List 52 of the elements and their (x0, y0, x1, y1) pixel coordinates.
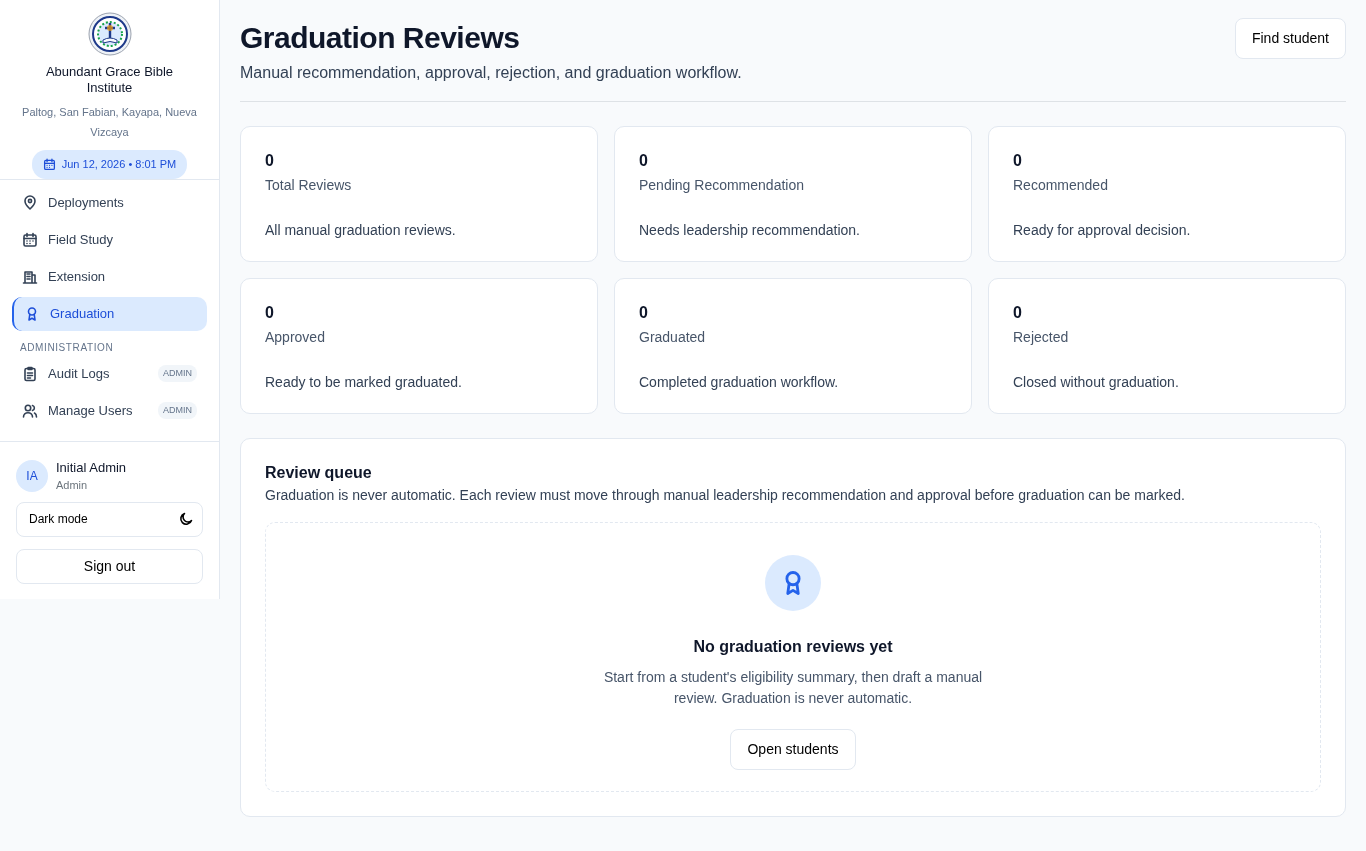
user-role: Admin (56, 478, 89, 493)
clipboard-icon (22, 365, 38, 382)
calendar-icon (42, 157, 56, 171)
page-title: Graduation Reviews (240, 20, 521, 56)
nav-item[interactable]: Extension (12, 259, 207, 294)
org-address: Paltog, San Fabian, Kayapa, Nueva Vizcaya (21, 105, 198, 140)
queue-title: Review queue (265, 463, 373, 483)
users-icon (22, 402, 38, 419)
stat-value: 0 (1013, 303, 1023, 323)
moon-icon (178, 511, 194, 527)
nav-item[interactable]: Deployments (12, 185, 207, 220)
date-badge: Jun 12, 2026 • 8:01 PM (31, 150, 188, 179)
building-icon (22, 268, 38, 285)
empty-title: No graduation reviews yet (693, 637, 893, 657)
empty-text: Start from a student's eligibility summary, then draft a manual review. Graduation is never automatic. (602, 668, 984, 708)
stat-value: 0 (1013, 151, 1023, 171)
stat-value: 0 (265, 151, 275, 171)
stat-label: Rejected (1013, 328, 1070, 347)
logo-icon (87, 12, 132, 56)
user-name: Initial Admin (56, 458, 127, 477)
stat-description: Closed without graduation. (1013, 373, 1180, 392)
page-subtitle: Manual recommendation, approval, rejection, and graduation workflow. (240, 63, 742, 83)
stat-label: Pending Recommendation (639, 176, 805, 195)
nav-item[interactable]: Graduation (12, 296, 207, 331)
map-pin-icon (22, 194, 38, 211)
stat-label: Total Reviews (265, 176, 353, 195)
user-avatar: IA (16, 459, 48, 492)
nav-item[interactable]: Field Study (12, 222, 207, 257)
stat-description: All manual graduation reviews. (265, 221, 457, 240)
find-student-button[interactable]: Find student (1234, 18, 1346, 59)
open-students-button[interactable]: Open students (730, 729, 856, 770)
stat-value: 0 (265, 303, 275, 323)
nav-item[interactable]: Manage Users ADMIN (12, 393, 207, 428)
calendar-icon (22, 231, 38, 248)
stat-label: Graduated (639, 328, 707, 347)
section-heading: ADMINISTRATION (19, 340, 115, 355)
queue-description: Graduation is never automatic. Each review must move through manual leadership recommendation and approval before graduation can be marked. (265, 486, 1186, 505)
org-name: Abundant Grace Bible Institute (44, 64, 175, 96)
stat-description: Completed graduation workflow. (639, 373, 840, 392)
stat-label: Approved (265, 328, 326, 347)
award-badge-icon (765, 555, 821, 611)
stat-value: 0 (639, 151, 649, 171)
admin-badge: ADMIN (158, 364, 197, 383)
admin-badge: ADMIN (158, 401, 197, 420)
stat-description: Ready to be marked graduated. (265, 373, 463, 392)
stat-label: Recommended (1013, 176, 1109, 195)
stat-description: Needs leadership recommendation. (639, 221, 861, 240)
stat-value: 0 (639, 303, 649, 323)
nav-item[interactable]: Audit Logs ADMIN (12, 356, 207, 391)
sign-out-button[interactable]: Sign out (16, 548, 203, 584)
stat-description: Ready for approval decision. (1013, 221, 1192, 240)
dark-mode-toggle[interactable]: Dark mode (16, 501, 203, 537)
